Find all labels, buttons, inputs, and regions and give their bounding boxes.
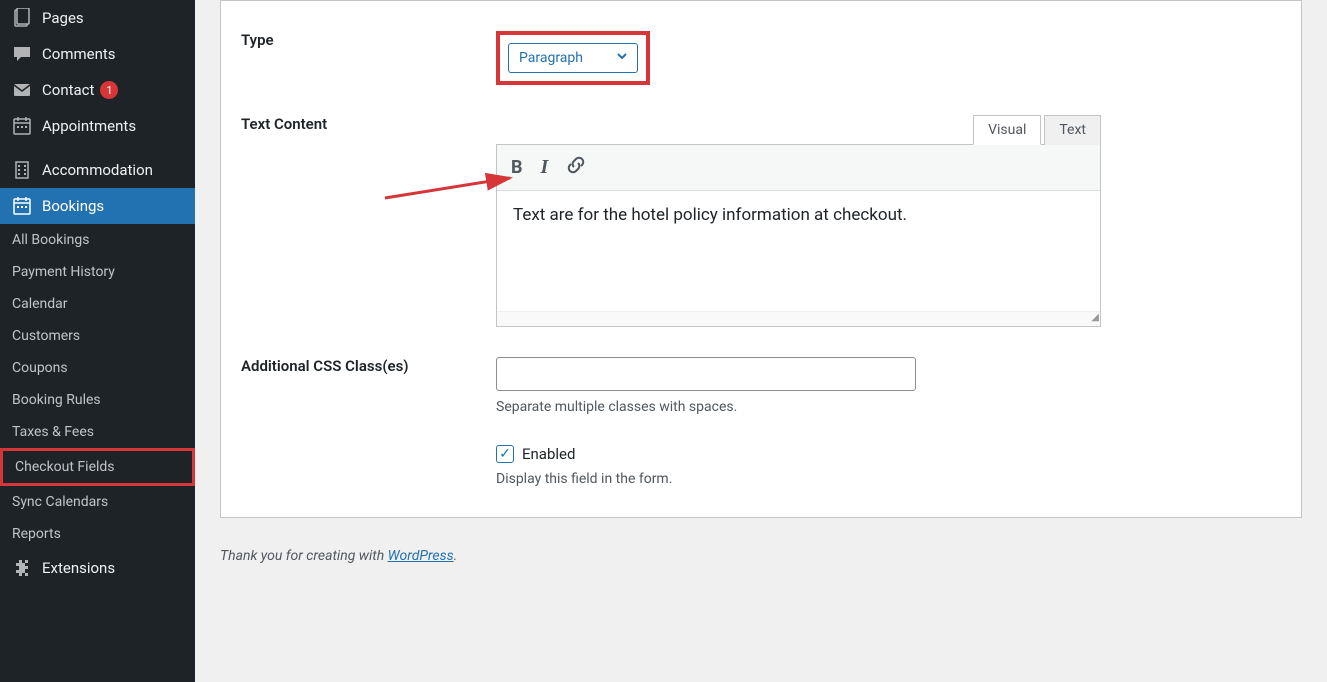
type-highlight-annotation: Paragraph: [496, 31, 650, 85]
calendar-icon: [12, 116, 32, 136]
menu-label: Appointments: [42, 117, 136, 135]
sidebar-item-extensions[interactable]: Extensions: [0, 550, 195, 586]
submenu-calendar[interactable]: Calendar: [0, 288, 195, 320]
menu-label: Bookings: [42, 197, 104, 215]
submenu-reports[interactable]: Reports: [0, 518, 195, 550]
editor-textarea[interactable]: Text are for the hotel policy informatio…: [497, 191, 1100, 311]
submenu-booking-rules[interactable]: Booking Rules: [0, 384, 195, 416]
enabled-checkbox[interactable]: ✓: [496, 445, 514, 463]
mail-icon: [12, 80, 32, 100]
plugin-icon: [12, 558, 32, 578]
notification-badge: 1: [100, 81, 118, 99]
chevron-down-icon: [615, 49, 629, 67]
italic-button[interactable]: I: [541, 156, 549, 179]
editor-tabs: Visual Text: [496, 115, 1101, 145]
sidebar-item-accommodation[interactable]: Accommodation: [0, 152, 195, 188]
pages-icon: [12, 8, 32, 28]
menu-label: Contact: [42, 81, 94, 99]
footer-suffix: .: [454, 548, 458, 564]
menu-label: Accommodation: [42, 161, 153, 179]
menu-label: Comments: [42, 45, 116, 63]
select-value: Paragraph: [519, 50, 583, 66]
arrow-annotation: [380, 170, 520, 210]
empty-label: [221, 445, 496, 487]
sidebar-item-contact[interactable]: Contact 1: [0, 72, 195, 108]
submenu-coupons[interactable]: Coupons: [0, 352, 195, 384]
submenu-all-bookings[interactable]: All Bookings: [0, 224, 195, 256]
type-row: Type Paragraph: [221, 16, 1301, 100]
text-editor: B I Text are for the hotel policy inform…: [496, 144, 1101, 327]
bookings-submenu: All Bookings Payment History Calendar Cu…: [0, 224, 195, 550]
menu-label: Extensions: [42, 559, 115, 577]
menu-label: Pages: [42, 9, 84, 27]
css-label: Additional CSS Class(es): [221, 357, 496, 415]
enabled-label: Enabled: [522, 445, 575, 463]
sidebar-item-pages[interactable]: Pages: [0, 0, 195, 36]
submenu-sync-calendars[interactable]: Sync Calendars: [0, 486, 195, 518]
sidebar-item-bookings[interactable]: Bookings: [0, 188, 195, 224]
footer: Thank you for creating with WordPress.: [220, 548, 1302, 564]
main-content: Type Paragraph Text Content Visual Text: [195, 0, 1327, 682]
wordpress-link[interactable]: WordPress: [388, 548, 454, 564]
css-help-text: Separate multiple classes with spaces.: [496, 399, 1281, 415]
text-content-row: Text Content Visual Text B I Text are fo…: [221, 100, 1301, 342]
enabled-help-text: Display this field in the form.: [496, 471, 1281, 487]
building-icon: [12, 160, 32, 180]
css-row: Additional CSS Class(es) Separate multip…: [221, 342, 1301, 430]
link-button[interactable]: [566, 155, 586, 180]
enabled-row: ✓ Enabled Display this field in the form…: [221, 430, 1301, 502]
calendar-icon: [12, 196, 32, 216]
submenu-payment-history[interactable]: Payment History: [0, 256, 195, 288]
submenu-checkout-fields[interactable]: Checkout Fields: [0, 448, 195, 486]
css-class-input[interactable]: [496, 357, 916, 391]
tab-text[interactable]: Text: [1044, 115, 1101, 145]
footer-prefix: Thank you for creating with: [220, 548, 388, 564]
settings-panel: Type Paragraph Text Content Visual Text: [220, 0, 1302, 518]
tab-visual[interactable]: Visual: [973, 115, 1041, 145]
type-label: Type: [221, 31, 496, 85]
sidebar-item-comments[interactable]: Comments: [0, 36, 195, 72]
submenu-taxes-fees[interactable]: Taxes & Fees: [0, 416, 195, 448]
admin-sidebar: Pages Comments Contact 1 Appointments Ac…: [0, 0, 195, 682]
comment-icon: [12, 44, 32, 64]
editor-toolbar: B I: [497, 145, 1100, 191]
submenu-customers[interactable]: Customers: [0, 320, 195, 352]
text-content-label: Text Content: [221, 115, 496, 133]
resize-handle[interactable]: ◢: [497, 311, 1100, 326]
type-select[interactable]: Paragraph: [508, 43, 638, 73]
sidebar-item-appointments[interactable]: Appointments: [0, 108, 195, 144]
